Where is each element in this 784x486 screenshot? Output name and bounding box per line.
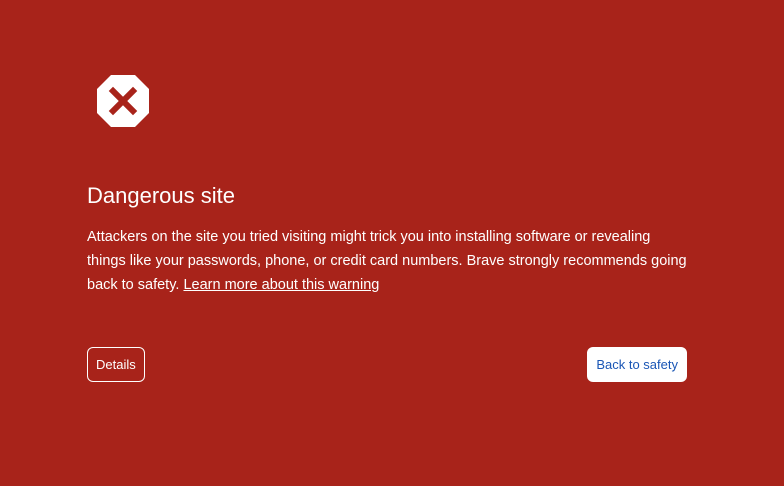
warning-message: Attackers on the site you tried visiting…	[87, 225, 687, 297]
learn-more-link[interactable]: Learn more about this warning	[183, 277, 379, 293]
details-button[interactable]: Details	[87, 347, 145, 382]
page-title: Dangerous site	[87, 183, 235, 208]
back-to-safety-button[interactable]: Back to safety	[587, 347, 687, 382]
stop-x-icon	[97, 75, 149, 127]
button-row: Details Back to safety	[87, 347, 687, 382]
warning-message-text: Attackers on the site you tried visiting…	[87, 229, 687, 293]
interstitial-content: Dangerous site Attackers on the site you…	[87, 73, 687, 297]
